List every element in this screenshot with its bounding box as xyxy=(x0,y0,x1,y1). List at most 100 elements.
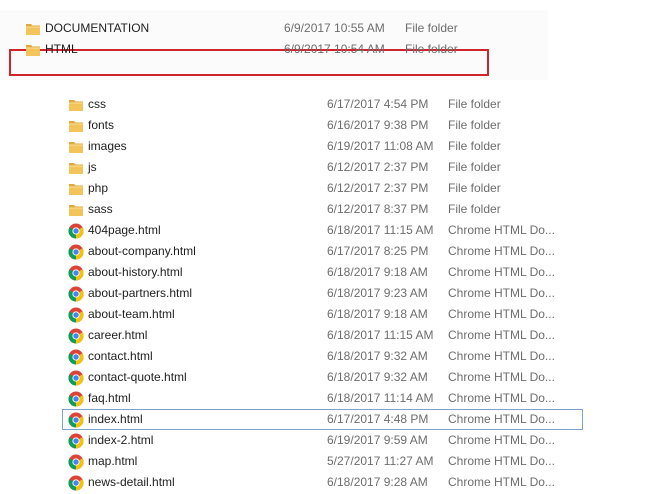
date-modified: 6/12/2017 2:37 PM xyxy=(327,160,429,174)
item-type: File folder xyxy=(448,97,501,111)
chrome-icon xyxy=(68,223,84,239)
item-type: Chrome HTML Do... xyxy=(448,412,555,426)
date-modified: 6/19/2017 9:59 AM xyxy=(327,433,428,447)
item-name: js xyxy=(88,160,97,174)
folder-row[interactable]: sass 6/12/2017 8:37 PM File folder xyxy=(62,199,583,220)
folder-row[interactable]: images 6/19/2017 11:08 AM File folder xyxy=(62,136,583,157)
chrome-icon xyxy=(68,412,84,428)
date-modified: 5/27/2017 11:27 AM xyxy=(327,454,434,468)
chrome-icon xyxy=(68,328,84,344)
item-type: Chrome HTML Do... xyxy=(448,370,555,384)
date-modified: 6/18/2017 9:18 AM xyxy=(327,307,428,321)
date-modified: 6/17/2017 8:25 PM xyxy=(327,244,429,258)
folder-row[interactable]: fonts 6/16/2017 9:38 PM File folder xyxy=(62,115,583,136)
folder-row[interactable]: css 6/17/2017 4:54 PM File folder xyxy=(62,94,583,115)
folder-icon xyxy=(68,202,84,218)
item-name: about-history.html xyxy=(88,265,183,279)
file-row[interactable]: about-history.html 6/18/2017 9:18 AM Chrom… xyxy=(62,262,583,283)
folder-row[interactable]: php 6/12/2017 2:37 PM File folder xyxy=(62,178,583,199)
file-row[interactable]: contact-quote.html 6/18/2017 9:32 AM Chrom… xyxy=(62,367,583,388)
chrome-icon xyxy=(68,454,84,470)
item-type: Chrome HTML Do... xyxy=(448,286,555,300)
item-type: File folder xyxy=(448,202,501,216)
item-name: faq.html xyxy=(88,391,131,405)
item-name: css xyxy=(88,97,106,111)
item-type: Chrome HTML Do... xyxy=(448,328,555,342)
html-folder-file-list: css 6/17/2017 4:54 PM File folder fonts 6/1… xyxy=(62,88,583,494)
date-modified: 6/16/2017 9:38 PM xyxy=(327,118,429,132)
item-type: File folder xyxy=(448,139,501,153)
item-type: File folder xyxy=(405,21,458,35)
item-name: map.html xyxy=(88,454,138,468)
chrome-icon xyxy=(68,265,84,281)
item-name: 404page.html xyxy=(88,223,161,237)
folder-row[interactable]: js 6/12/2017 2:37 PM File folder xyxy=(62,157,583,178)
date-modified: 6/18/2017 11:15 AM xyxy=(327,223,434,237)
file-row[interactable]: 404page.html 6/18/2017 11:15 AM Chrome HTM… xyxy=(62,220,583,241)
folder-icon xyxy=(25,42,41,58)
item-name: fonts xyxy=(88,118,115,132)
item-type: Chrome HTML Do... xyxy=(448,349,555,363)
item-name: contact.html xyxy=(88,349,153,363)
file-row[interactable]: index.html 6/17/2017 4:48 PM Chrome HTML D… xyxy=(62,409,583,430)
date-modified: 6/12/2017 2:37 PM xyxy=(327,181,429,195)
date-modified: 6/18/2017 9:23 AM xyxy=(327,286,428,300)
item-type: Chrome HTML Do... xyxy=(448,433,555,447)
file-row[interactable]: contact.html 6/18/2017 9:32 AM Chrome HTML… xyxy=(62,346,583,367)
item-name: DOCUMENTATION xyxy=(45,21,150,35)
file-row[interactable]: faq.html 6/18/2017 11:14 AM Chrome HTML Do… xyxy=(62,388,583,409)
chrome-icon xyxy=(68,475,84,491)
folder-icon xyxy=(68,160,84,176)
date-modified: 6/18/2017 11:14 AM xyxy=(327,391,434,405)
date-modified: 6/18/2017 9:32 AM xyxy=(327,370,428,384)
date-modified: 6/17/2017 4:48 PM xyxy=(327,412,429,426)
file-row[interactable]: career.html 6/18/2017 11:15 AM Chrome HTML… xyxy=(62,325,583,346)
item-name: index-2.html xyxy=(88,433,154,447)
item-type: Chrome HTML Do... xyxy=(448,307,555,321)
item-name: index.html xyxy=(88,412,143,426)
folder-icon xyxy=(68,139,84,155)
item-type: Chrome HTML Do... xyxy=(448,244,555,258)
item-name: images xyxy=(88,139,127,153)
chrome-icon xyxy=(68,349,84,365)
date-modified: 6/18/2017 9:18 AM xyxy=(327,265,428,279)
folder-icon xyxy=(68,181,84,197)
chrome-icon xyxy=(68,307,84,323)
chrome-icon xyxy=(68,244,84,260)
item-name: about-company.html xyxy=(88,244,196,258)
folder-icon xyxy=(68,97,84,113)
item-type: File folder xyxy=(448,118,501,132)
item-name: HTML xyxy=(45,42,78,56)
file-row[interactable]: map.html 5/27/2017 11:27 AM Chrome HTML Do… xyxy=(62,451,583,472)
chrome-icon xyxy=(68,391,84,407)
date-modified: 6/12/2017 8:37 PM xyxy=(327,202,429,216)
item-type: Chrome HTML Do... xyxy=(448,454,555,468)
item-name: news-detail.html xyxy=(88,475,175,489)
item-type: Chrome HTML Do... xyxy=(448,265,555,279)
item-name: sass xyxy=(88,202,113,216)
item-type: File folder xyxy=(448,160,501,174)
item-type: Chrome HTML Do... xyxy=(448,391,555,405)
item-name: about-partners.html xyxy=(88,286,193,300)
file-row[interactable]: about-team.html 6/18/2017 9:18 AM Chrome H… xyxy=(62,304,583,325)
file-explorer-screenshot: DOCUMENTATION 6/9/2017 10:55 AM File folde… xyxy=(0,0,651,494)
item-name: contact-quote.html xyxy=(88,370,187,384)
chrome-icon xyxy=(68,370,84,386)
date-modified: 6/18/2017 11:15 AM xyxy=(327,328,434,342)
chrome-icon xyxy=(68,286,84,302)
date-modified: 6/18/2017 9:32 AM xyxy=(327,349,428,363)
file-row[interactable]: about-company.html 6/17/2017 8:25 PM Chrom… xyxy=(62,241,583,262)
file-row[interactable]: index-2.html 6/19/2017 9:59 AM Chrome HTML… xyxy=(62,430,583,451)
file-row[interactable]: about-partners.html 6/18/2017 9:23 AM Chro… xyxy=(62,283,583,304)
date-modified: 6/9/2017 10:54 AM xyxy=(284,42,385,56)
item-type: Chrome HTML Do... xyxy=(448,223,555,237)
folder-icon xyxy=(25,21,41,37)
item-name: about-team.html xyxy=(88,307,175,321)
date-modified: 6/17/2017 4:54 PM xyxy=(327,97,429,111)
item-name: php xyxy=(88,181,109,195)
item-type: File folder xyxy=(448,181,501,195)
item-type: File folder xyxy=(405,42,458,56)
folder-icon xyxy=(68,118,84,134)
file-row[interactable]: news-detail.html 6/18/2017 9:28 AM Chrome … xyxy=(62,472,583,493)
date-modified: 6/18/2017 9:28 AM xyxy=(327,475,428,489)
